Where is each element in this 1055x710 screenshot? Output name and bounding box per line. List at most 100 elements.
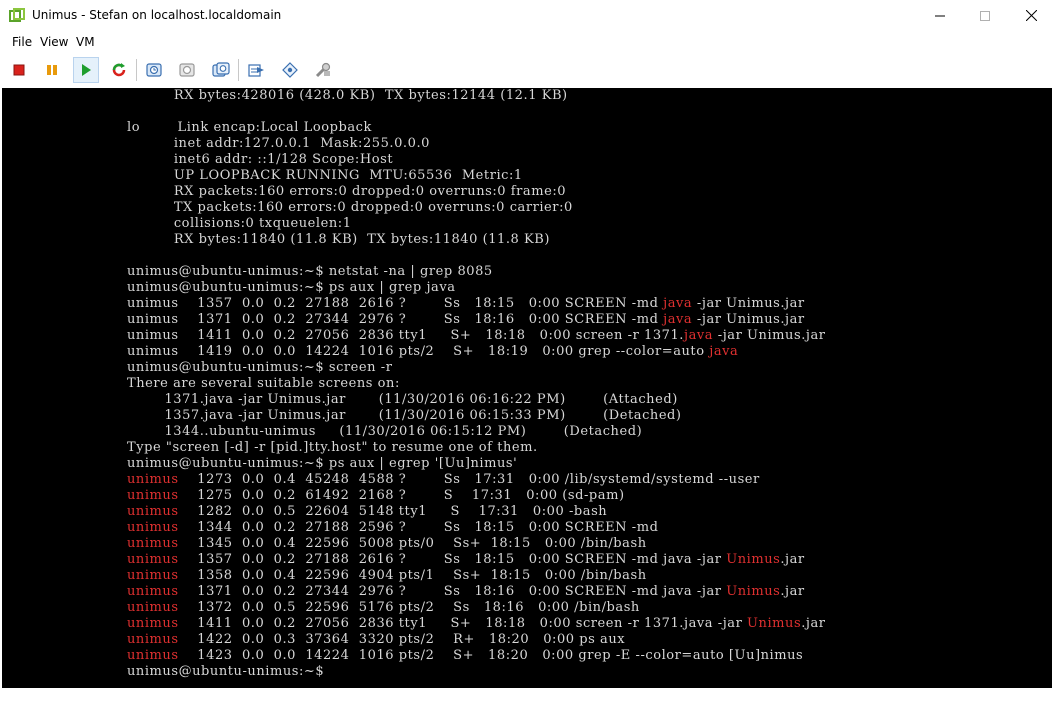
terminal-highlight: unimus bbox=[127, 536, 179, 551]
terminal-text: .jar bbox=[780, 552, 805, 567]
terminal-text: 1357.java -jar Unimus.jar (11/30/2016 06… bbox=[127, 408, 682, 423]
snapshot-manager-icon bbox=[212, 62, 230, 77]
pause-button[interactable] bbox=[39, 57, 65, 83]
terminal-text: 1275 0.0 0.2 61492 2168 ? S 17:31 0:00 (… bbox=[178, 488, 625, 503]
close-button[interactable] bbox=[1008, 0, 1054, 31]
terminal-text: collisions:0 txqueuelen:1 bbox=[127, 216, 352, 231]
reset-button[interactable] bbox=[106, 57, 132, 83]
terminal-line: unimus 1345 0.0 0.4 22596 5008 pts/0 Ss+… bbox=[127, 536, 826, 552]
send-keys-button[interactable] bbox=[243, 57, 269, 83]
snapshot-button[interactable] bbox=[141, 57, 167, 83]
snapshot-manager-button[interactable] bbox=[208, 57, 234, 83]
terminal-text: UP LOOPBACK RUNNING MTU:65536 Metric:1 bbox=[127, 168, 523, 183]
terminal-text: .jar bbox=[801, 616, 826, 631]
terminal-highlight: Unimus bbox=[726, 584, 781, 599]
terminal-line: RX bytes:11840 (11.8 KB) TX bytes:11840 … bbox=[127, 232, 826, 248]
terminal-text: -jar Unimus.jar bbox=[692, 312, 805, 327]
terminal-line: Type "screen [-d] -r [pid.]tty.host" to … bbox=[127, 440, 826, 456]
terminal-line: collisions:0 txqueuelen:1 bbox=[127, 216, 826, 232]
terminal-text: unimus@ubuntu-unimus:~$ ps aux | egrep '… bbox=[127, 456, 518, 471]
revert-icon bbox=[179, 63, 195, 77]
terminal-text: unimus 1371 0.0 0.2 27344 2976 ? Ss 18:1… bbox=[127, 312, 664, 327]
snapshot-icon bbox=[146, 63, 162, 77]
terminal-line: RX packets:160 errors:0 dropped:0 overru… bbox=[127, 184, 826, 200]
menu-vm[interactable]: VM bbox=[76, 35, 95, 49]
terminal-line: unimus 1411 0.0 0.2 27056 2836 tty1 S+ 1… bbox=[127, 328, 826, 344]
terminal-text: unimus 1419 0.0 0.0 14224 1016 pts/2 S+ … bbox=[127, 344, 710, 359]
terminal-text: RX bytes:428016 (428.0 KB) TX bytes:1214… bbox=[127, 88, 568, 103]
terminal-text: -jar Unimus.jar bbox=[713, 328, 826, 343]
terminal-line: unimus 1358 0.0 0.4 22596 4904 pts/1 Ss+… bbox=[127, 568, 826, 584]
terminal-line: unimus 1422 0.0 0.3 37364 3320 pts/2 R+ … bbox=[127, 632, 826, 648]
terminal-highlight: unimus bbox=[127, 584, 179, 599]
terminal-text: unimus@ubuntu-unimus:~$ ps aux | grep ja… bbox=[127, 280, 456, 295]
terminal-highlight: unimus bbox=[127, 648, 179, 663]
terminal-line: unimus 1357 0.0 0.2 27188 2616 ? Ss 18:1… bbox=[127, 296, 826, 312]
terminal-line: unimus 1423 0.0 0.0 14224 1016 pts/2 S+ … bbox=[127, 648, 826, 664]
terminal-line: 1344..ubuntu-unimus (11/30/2016 06:15:12… bbox=[127, 424, 826, 440]
status-strip bbox=[0, 688, 1055, 710]
terminal-text: 1273 0.0 0.4 45248 4588 ? Ss 17:31 0:00 … bbox=[178, 472, 760, 487]
terminal-line: unimus@ubuntu-unimus:~$ ps aux | grep ja… bbox=[127, 280, 826, 296]
revert-snapshot-button[interactable] bbox=[174, 57, 200, 83]
terminal-line: unimus@ubuntu-unimus:~$ netstat -na | gr… bbox=[127, 264, 826, 280]
terminal-highlight: Unimus bbox=[747, 616, 802, 631]
terminal-line: unimus@ubuntu-unimus:~$ bbox=[127, 664, 826, 680]
terminal-text: 1422 0.0 0.3 37364 3320 pts/2 R+ 18:20 0… bbox=[178, 632, 626, 647]
close-icon bbox=[1025, 10, 1037, 21]
play-button[interactable] bbox=[73, 57, 99, 83]
tools-button[interactable] bbox=[310, 57, 336, 83]
pause-icon bbox=[47, 65, 57, 75]
terminal-text: unimus@ubuntu-unimus:~$ screen -r bbox=[127, 360, 393, 375]
terminal-text: 1344 0.0 0.2 27188 2596 ? Ss 18:15 0:00 … bbox=[178, 520, 659, 535]
play-icon bbox=[82, 64, 91, 76]
terminal-highlight: unimus bbox=[127, 552, 179, 567]
terminal-text: inet6 addr: ::1/128 Scope:Host bbox=[127, 152, 394, 167]
terminal-text: lo Link encap:Local Loopback bbox=[127, 120, 372, 135]
terminal-text: 1357 0.0 0.2 27188 2616 ? Ss 18:15 0:00 … bbox=[178, 552, 727, 567]
terminal-highlight: unimus bbox=[127, 488, 179, 503]
menu-bar: File View VM bbox=[0, 31, 1055, 53]
terminal-text: 1371.java -jar Unimus.jar (11/30/2016 06… bbox=[127, 392, 678, 407]
terminal-line: unimus 1419 0.0 0.0 14224 1016 pts/2 S+ … bbox=[127, 344, 826, 360]
terminal-highlight: java bbox=[684, 328, 714, 343]
terminal-text: There are several suitable screens on: bbox=[127, 376, 400, 391]
terminal-line: unimus@ubuntu-unimus:~$ screen -r bbox=[127, 360, 826, 376]
terminal-line: TX packets:160 errors:0 dropped:0 overru… bbox=[127, 200, 826, 216]
terminal-text: .jar bbox=[780, 584, 805, 599]
terminal-text: 1371 0.0 0.2 27344 2976 ? Ss 18:16 0:00 … bbox=[178, 584, 727, 599]
terminal-text: inet addr:127.0.0.1 Mask:255.0.0.0 bbox=[127, 136, 430, 151]
terminal-line: unimus 1411 0.0 0.2 27056 2836 tty1 S+ 1… bbox=[127, 616, 826, 632]
terminal-line: unimus 1371 0.0 0.2 27344 2976 ? Ss 18:1… bbox=[127, 312, 826, 328]
terminal-line: unimus 1275 0.0 0.2 61492 2168 ? S 17:31… bbox=[127, 488, 826, 504]
terminal-text: Type "screen [-d] -r [pid.]tty.host" to … bbox=[127, 440, 538, 455]
terminal-highlight: unimus bbox=[127, 632, 179, 647]
minimize-button[interactable] bbox=[917, 0, 963, 31]
settings-button[interactable] bbox=[277, 57, 303, 83]
terminal-text: RX bytes:11840 (11.8 KB) TX bytes:11840 … bbox=[127, 232, 551, 247]
window-title: Unimus - Stefan on localhost.localdomain bbox=[32, 8, 282, 22]
stop-button[interactable] bbox=[6, 57, 32, 83]
title-bar: Unimus - Stefan on localhost.localdomain bbox=[0, 0, 1055, 31]
settings-icon bbox=[282, 62, 298, 78]
terminal-line: unimus 1344 0.0 0.2 27188 2596 ? Ss 18:1… bbox=[127, 520, 826, 536]
terminal-text: 1282 0.0 0.5 22604 5148 tty1 S 17:31 0:0… bbox=[178, 504, 608, 519]
menu-file[interactable]: File bbox=[12, 35, 32, 49]
toolbar bbox=[0, 53, 1055, 86]
terminal-text: unimus 1411 0.0 0.2 27056 2836 tty1 S+ 1… bbox=[127, 328, 684, 343]
maximize-icon bbox=[980, 10, 990, 21]
vm-console[interactable]: RX bytes:428016 (428.0 KB) TX bytes:1214… bbox=[2, 88, 1052, 688]
terminal-line: unimus 1372 0.0 0.5 22596 5176 pts/2 Ss … bbox=[127, 600, 826, 616]
terminal-text: 1372 0.0 0.5 22596 5176 pts/2 Ss 18:16 0… bbox=[178, 600, 640, 615]
maximize-button[interactable] bbox=[962, 0, 1008, 31]
menu-view[interactable]: View bbox=[40, 35, 68, 49]
terminal-line: UP LOOPBACK RUNNING MTU:65536 Metric:1 bbox=[127, 168, 826, 184]
terminal-line: 1371.java -jar Unimus.jar (11/30/2016 06… bbox=[127, 392, 826, 408]
reset-icon bbox=[112, 63, 126, 77]
terminal-output: RX bytes:428016 (428.0 KB) TX bytes:1214… bbox=[127, 88, 826, 680]
terminal-line: inet addr:127.0.0.1 Mask:255.0.0.0 bbox=[127, 136, 826, 152]
terminal-highlight: java bbox=[663, 312, 693, 327]
terminal-line: 1357.java -jar Unimus.jar (11/30/2016 06… bbox=[127, 408, 826, 424]
